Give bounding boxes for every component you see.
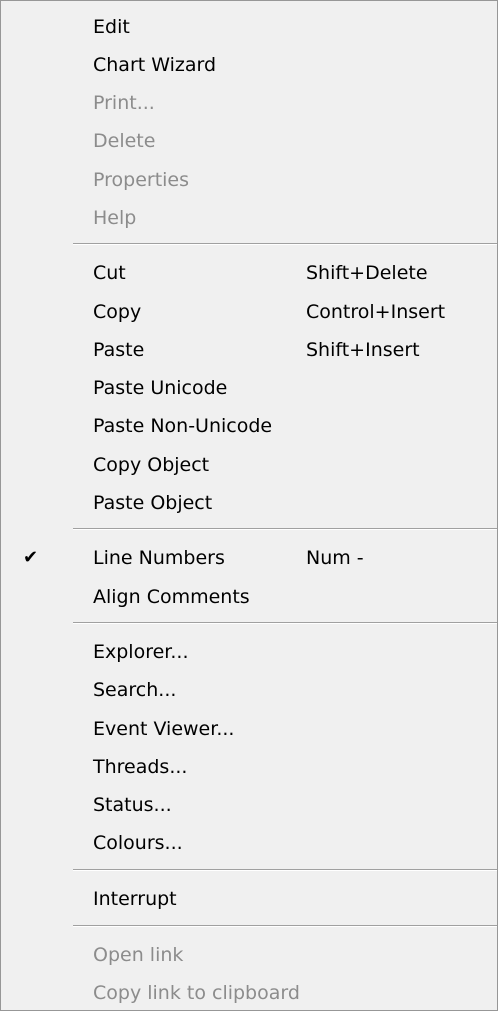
menu-item-label: Print... — [93, 92, 155, 114]
menu-item-label: Threads... — [93, 756, 188, 778]
menu-item-label: Copy link to clipboard — [93, 982, 300, 1004]
menu-item-label: Copy — [93, 301, 142, 323]
menu-item-delete[interactable]: Delete — [1, 122, 497, 160]
menu-item-shortcut: Num - — [306, 547, 364, 569]
menu-item-label: Line Numbers — [93, 547, 225, 569]
menu-item-properties[interactable]: Properties — [1, 161, 497, 199]
menu-item-open-link[interactable]: Open link — [1, 936, 497, 974]
menu-item-label: Edit — [93, 16, 130, 38]
menu-item-event-viewer[interactable]: Event Viewer... — [1, 710, 497, 748]
menu-item-label: Search... — [93, 679, 177, 701]
menu-item-paste-non-unicode[interactable]: Paste Non-Unicode — [1, 407, 497, 445]
menu-item-label: Copy Object — [93, 454, 210, 476]
menu-item-label: Open link — [93, 944, 184, 966]
menu-item-paste[interactable]: Paste Shift+Insert — [1, 331, 497, 369]
menu-item-explorer[interactable]: Explorer... — [1, 633, 497, 671]
menu-separator — [73, 528, 497, 530]
menu-item-label: Chart Wizard — [93, 54, 217, 76]
menu-item-label: Paste — [93, 339, 145, 361]
menu-separator — [73, 869, 497, 871]
checkmark-icon: ✔ — [23, 547, 39, 568]
menu-item-interrupt[interactable]: Interrupt — [1, 880, 497, 918]
menu-item-colours[interactable]: Colours... — [1, 824, 497, 862]
menu-item-chart-wizard[interactable]: Chart Wizard — [1, 46, 497, 84]
menu-item-label: Align Comments — [93, 586, 250, 608]
menu-item-label: Explorer... — [93, 641, 189, 663]
menu-item-label: Help — [93, 207, 137, 229]
menu-item-shortcut: Control+Insert — [306, 301, 446, 323]
context-menu: Edit Chart Wizard Print... Delete Proper… — [0, 0, 498, 1011]
menu-item-edit[interactable]: Edit — [1, 8, 497, 46]
menu-item-label: Delete — [93, 130, 156, 152]
menu-item-label: Properties — [93, 169, 190, 191]
menu-separator — [73, 622, 497, 624]
menu-item-align-comments[interactable]: Align Comments — [1, 578, 497, 616]
menu-item-paste-unicode[interactable]: Paste Unicode — [1, 369, 497, 407]
menu-item-copy[interactable]: Copy Control+Insert — [1, 293, 497, 331]
menu-item-label: Paste Non-Unicode — [93, 415, 273, 437]
menu-item-paste-object[interactable]: Paste Object — [1, 484, 497, 522]
menu-item-label: Paste Unicode — [93, 377, 228, 399]
menu-item-copy-link-to-clipboard[interactable]: Copy link to clipboard — [1, 974, 497, 1012]
menu-item-shortcut: Shift+Insert — [306, 339, 420, 361]
menu-item-copy-object[interactable]: Copy Object — [1, 446, 497, 484]
menu-item-help[interactable]: Help — [1, 199, 497, 237]
menu-item-label: Status... — [93, 794, 172, 816]
menu-item-cut[interactable]: Cut Shift+Delete — [1, 254, 497, 292]
menu-item-threads[interactable]: Threads... — [1, 748, 497, 786]
menu-item-label: Paste Object — [93, 492, 213, 514]
menu-item-label: Interrupt — [93, 888, 177, 910]
menu-item-print[interactable]: Print... — [1, 84, 497, 122]
menu-separator — [73, 243, 497, 245]
menu-item-line-numbers[interactable]: ✔ Line Numbers Num - — [1, 539, 497, 577]
menu-item-search[interactable]: Search... — [1, 671, 497, 709]
menu-separator — [73, 925, 497, 927]
menu-item-shortcut: Shift+Delete — [306, 262, 428, 284]
menu-item-status[interactable]: Status... — [1, 786, 497, 824]
menu-item-label: Event Viewer... — [93, 718, 235, 740]
menu-item-label: Colours... — [93, 832, 183, 854]
menu-item-label: Cut — [93, 262, 126, 284]
